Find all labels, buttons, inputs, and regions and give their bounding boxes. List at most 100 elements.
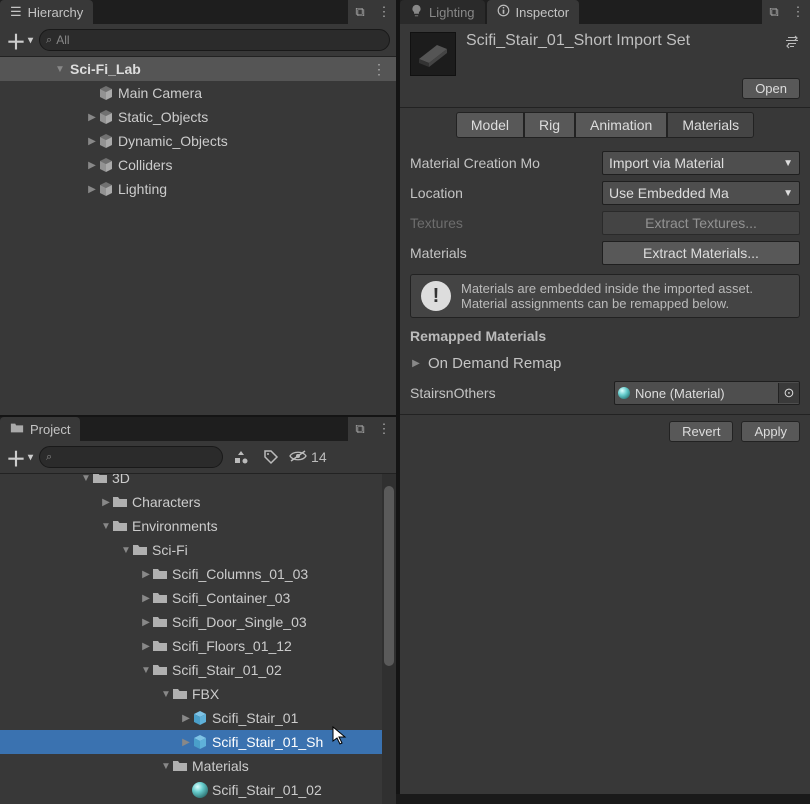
extract-textures-button: Extract Textures... — [602, 211, 800, 235]
gameobject-icon — [98, 85, 114, 101]
project-tree: ▼3D▶Characters▼Environments▼Sci-Fi▶Scifi… — [0, 474, 396, 804]
on-demand-remap-row[interactable]: ▶ On Demand Remap — [400, 348, 810, 378]
project-tab[interactable]: Project — [0, 417, 80, 441]
foldout-icon[interactable]: ▼ — [100, 521, 112, 532]
textures-label: Textures — [410, 215, 596, 231]
hierarchy-search-input[interactable]: ⌕ All — [39, 29, 390, 51]
subtab-rig[interactable]: Rig — [524, 112, 575, 138]
project-item[interactable]: ▼Environments — [0, 514, 396, 538]
location-dropdown[interactable]: Use Embedded Ma ▼ — [602, 181, 800, 205]
folder-icon — [152, 590, 168, 606]
project-detach-icon[interactable]: ⧉ — [348, 417, 372, 441]
inspector-footer: Revert Apply — [400, 415, 810, 448]
foldout-icon[interactable]: ▶ — [86, 184, 98, 195]
project-item[interactable]: Scifi_Stair_01_02 — [0, 778, 396, 802]
inspector-detach-icon[interactable]: ⧉ — [762, 0, 786, 24]
project-hidden-count: 14 — [311, 449, 327, 465]
material-creation-mode-dropdown[interactable]: Import via Material ▼ — [602, 151, 800, 175]
chevron-down-icon: ▼ — [783, 158, 793, 169]
hierarchy-item-label: Lighting — [118, 181, 167, 197]
revert-button[interactable]: Revert — [669, 421, 733, 442]
project-scrollbar[interactable] — [382, 474, 396, 804]
folder-icon — [92, 474, 108, 486]
object-picker-icon[interactable]: ⊙ — [778, 383, 799, 403]
foldout-icon[interactable]: ▼ — [54, 64, 66, 75]
project-item[interactable]: ▶ Scifi_Container_03 — [0, 586, 396, 610]
foldout-icon[interactable]: ▼ — [120, 545, 132, 556]
foldout-icon[interactable]: ▶ — [86, 160, 98, 171]
gameobject-icon — [98, 109, 114, 125]
project-toolbar: ＋▾ ⌕ 14 — [0, 441, 396, 474]
hierarchy-item[interactable]: ▶Static_Objects — [0, 105, 396, 129]
project-item[interactable]: ▶Scifi_Stair_01 — [0, 706, 396, 730]
inspector-preset-icon[interactable] — [784, 32, 800, 54]
lightbulb-icon — [410, 4, 423, 20]
project-item[interactable]: ▼Sci-Fi — [0, 538, 396, 562]
foldout-icon[interactable]: ▼ — [140, 665, 152, 676]
material-slot-row: StairsnOthers None (Material) ⊙ — [400, 378, 810, 408]
project-hidden-toggle[interactable]: 14 — [289, 449, 327, 466]
foldout-icon[interactable]: ▶ — [100, 497, 112, 508]
project-item-label: Scifi_Container_03 — [172, 590, 290, 606]
foldout-icon[interactable]: ▶ — [86, 136, 98, 147]
remapped-materials-header: Remapped Materials — [400, 324, 810, 348]
project-item-label: Scifi_Stair_01_Sh — [212, 734, 323, 750]
foldout-icon[interactable]: ▼ — [80, 474, 92, 484]
project-search-input[interactable]: ⌕ — [39, 446, 223, 468]
project-menu-icon[interactable]: ⋮ — [372, 417, 396, 441]
project-item-label: Scifi_Floors_01_12 — [172, 638, 292, 654]
project-item[interactable]: ▶ Scifi_Stair_01_Sh — [0, 730, 396, 754]
project-item[interactable]: ▶Scifi_Columns_01_03 — [0, 562, 396, 586]
subtab-model[interactable]: Model — [456, 112, 524, 138]
project-item[interactable]: ▼3D — [0, 474, 396, 490]
hierarchy-item[interactable]: Main Camera — [0, 81, 396, 105]
subtab-animation[interactable]: Animation — [575, 112, 667, 138]
foldout-icon[interactable]: ▶ — [140, 569, 152, 580]
material-icon — [192, 782, 208, 798]
project-filter-by-type-icon[interactable] — [229, 445, 253, 469]
open-button[interactable]: Open — [742, 78, 800, 99]
project-item[interactable]: ▶ Scifi_Floors_01_12 — [0, 634, 396, 658]
foldout-icon[interactable]: ▶ — [140, 617, 152, 628]
hierarchy-item-label: Dynamic_Objects — [118, 133, 228, 149]
hierarchy-detach-icon[interactable]: ⧉ — [348, 0, 372, 24]
foldout-icon[interactable]: ▶ — [180, 713, 192, 724]
foldout-icon[interactable]: ▶ — [140, 593, 152, 604]
foldout-icon[interactable]: ▼ — [160, 761, 172, 772]
project-item[interactable]: ▶ Characters — [0, 490, 396, 514]
lighting-tab[interactable]: Lighting — [400, 0, 485, 24]
hierarchy-menu-icon[interactable]: ⋮ — [372, 0, 396, 24]
foldout-icon[interactable]: ▶ — [140, 641, 152, 652]
inspector-header: Scifi_Stair_01_Short Import Set — [400, 24, 810, 82]
project-filter-by-label-icon[interactable] — [259, 445, 283, 469]
hierarchy-add-button[interactable]: ＋▾ — [6, 26, 33, 55]
project-item[interactable]: ▼FBX — [0, 682, 396, 706]
materials-label: Materials — [410, 245, 596, 261]
hierarchy-item[interactable]: ▶ Lighting — [0, 177, 396, 201]
foldout-icon[interactable]: ▼ — [160, 689, 172, 700]
exclamation-icon: ! — [421, 281, 451, 311]
hierarchy-item-label: Colliders — [118, 157, 172, 173]
inspector-menu-icon[interactable]: ⋮ — [786, 0, 810, 24]
folder-icon — [132, 542, 148, 558]
hierarchy-item[interactable]: ▶ Colliders — [0, 153, 396, 177]
material-slot-field[interactable]: None (Material) ⊙ — [614, 381, 800, 405]
project-item-label: Characters — [132, 494, 200, 510]
subtab-materials[interactable]: Materials — [667, 112, 754, 138]
hierarchy-scene-menu-icon[interactable]: ⋮ — [372, 61, 386, 78]
project-add-button[interactable]: ＋▾ — [6, 443, 33, 472]
project-item[interactable]: ▼Scifi_Stair_01_02 — [0, 658, 396, 682]
hierarchy-tab[interactable]: ☰ Hierarchy — [0, 0, 93, 24]
extract-materials-button[interactable]: Extract Materials... — [602, 241, 800, 265]
foldout-icon[interactable]: ▶ — [86, 112, 98, 123]
inspector-tab[interactable]: Inspector — [487, 0, 579, 24]
foldout-icon[interactable]: ▶ — [180, 737, 192, 748]
foldout-icon[interactable]: ▶ — [410, 358, 422, 369]
apply-button[interactable]: Apply — [741, 421, 800, 442]
project-item[interactable]: ▼Materials — [0, 754, 396, 778]
hierarchy-scene-row[interactable]: ▼ Sci-Fi_Lab ⋮ — [0, 57, 396, 81]
project-item[interactable]: ▶Scifi_Door_Single_03 — [0, 610, 396, 634]
hierarchy-item[interactable]: ▶ Dynamic_Objects — [0, 129, 396, 153]
chevron-down-icon: ▼ — [783, 188, 793, 199]
gameobject-icon — [98, 181, 114, 197]
